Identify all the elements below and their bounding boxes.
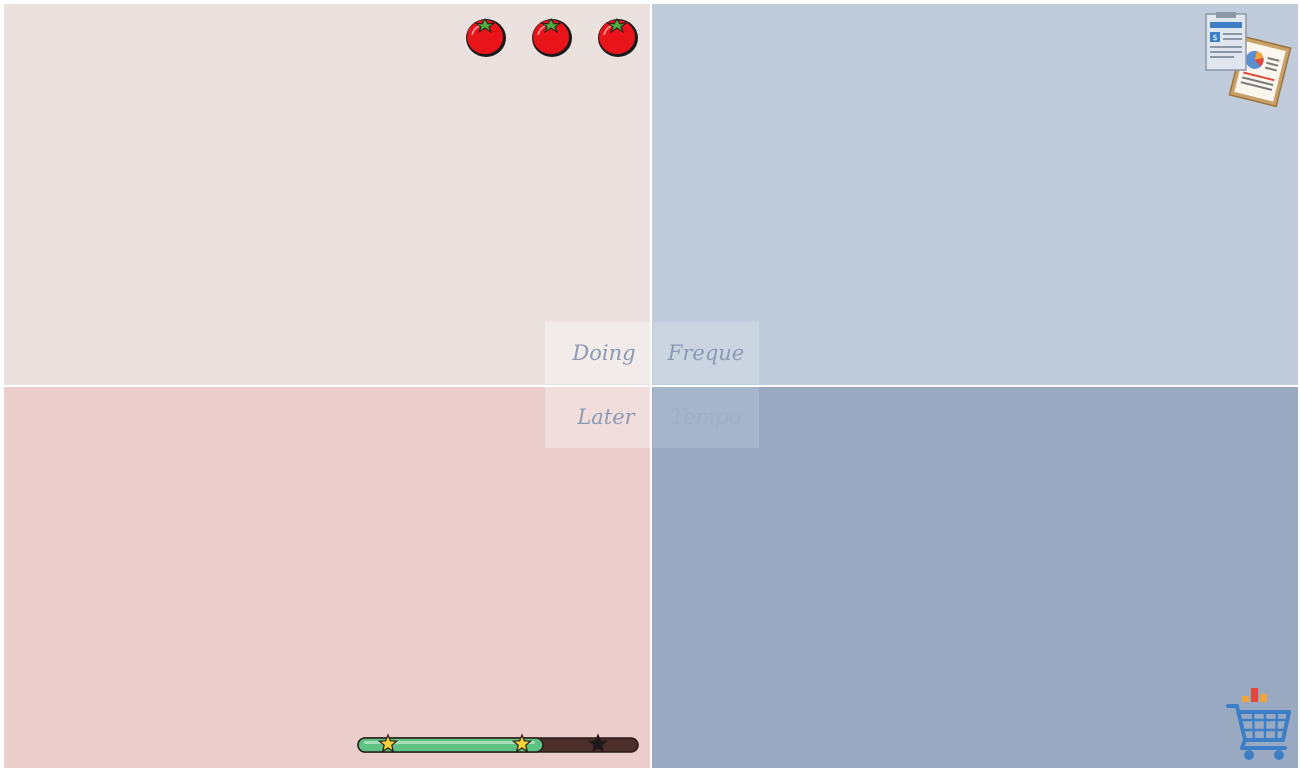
quadrant-board: $ Doing Freque Later Tempo — [0, 0, 1300, 770]
label-freque[interactable]: Freque — [653, 322, 759, 384]
label-doing[interactable]: Doing — [545, 322, 651, 384]
label-later[interactable]: Later — [545, 386, 651, 448]
label-tempo[interactable]: Tempo — [653, 386, 759, 448]
progress-bar — [357, 733, 639, 753]
report-clipboard-icon[interactable]: $ — [1202, 10, 1294, 110]
quadrant-labels: Doing Freque Later Tempo — [545, 322, 761, 450]
tomato-icon — [532, 18, 572, 57]
svg-text:$: $ — [1213, 33, 1218, 42]
tomato-icon — [598, 18, 638, 57]
tomato-counter — [458, 13, 648, 61]
shopping-cart-icon[interactable] — [1225, 684, 1295, 762]
tomato-icon — [466, 18, 506, 57]
